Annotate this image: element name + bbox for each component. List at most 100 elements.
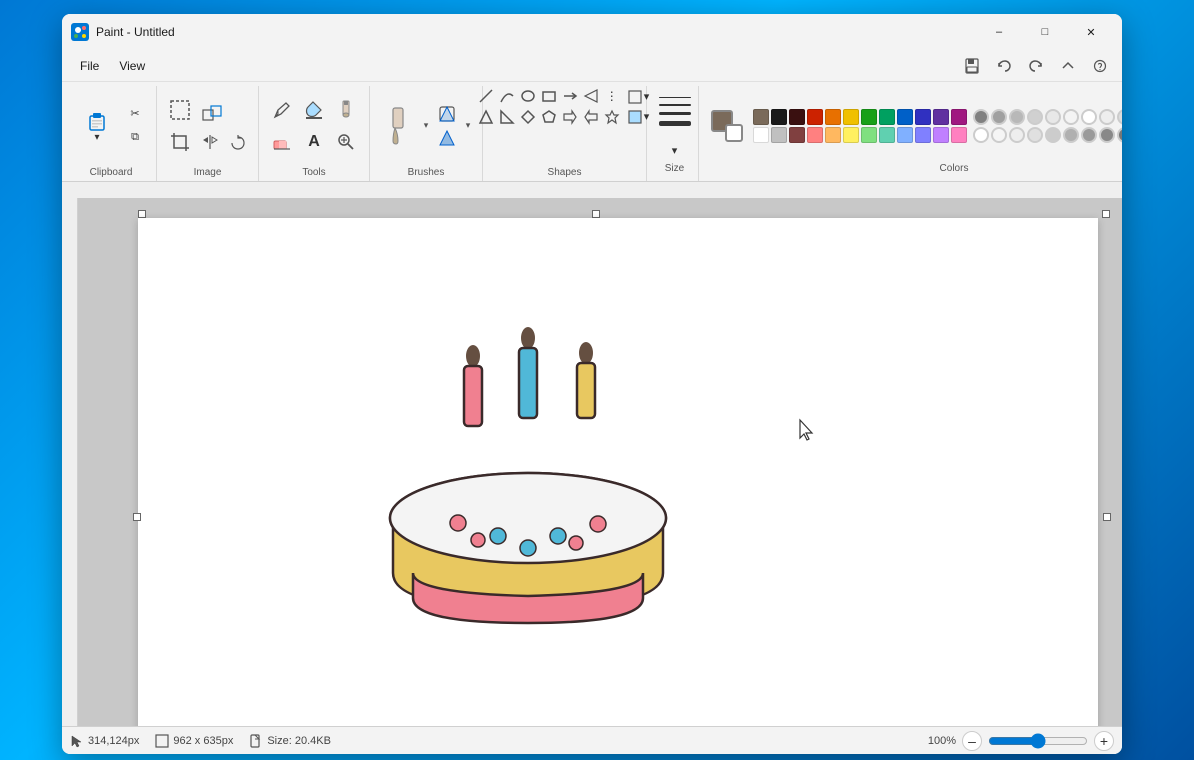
color-swatch-pink[interactable] xyxy=(807,127,823,143)
close-button[interactable]: ✕ xyxy=(1068,16,1114,48)
paste-button[interactable]: ▾ xyxy=(74,95,120,157)
select-all-button[interactable] xyxy=(165,95,195,125)
color-swatch-dbrown[interactable] xyxy=(789,127,805,143)
canvas-area[interactable] xyxy=(62,198,1122,726)
outline-s9[interactable] xyxy=(1117,109,1122,125)
star-shape[interactable] xyxy=(602,107,622,127)
outline-s2[interactable] xyxy=(991,109,1007,125)
color-swatch-lpurple[interactable] xyxy=(933,127,949,143)
cut-button[interactable]: ✂ xyxy=(122,103,148,125)
outline-s15[interactable] xyxy=(1045,127,1061,143)
zoom-out-button[interactable]: – xyxy=(962,731,982,751)
fill-button[interactable] xyxy=(299,95,329,125)
background-color[interactable] xyxy=(725,124,743,142)
outline-s12[interactable] xyxy=(991,127,1007,143)
color-swatch-darkred[interactable] xyxy=(789,109,805,125)
color-swatch-lgreen[interactable] xyxy=(861,127,877,143)
flip-button[interactable] xyxy=(197,131,223,153)
brush-fill-button[interactable] xyxy=(434,127,460,149)
line-shape[interactable] xyxy=(476,86,496,106)
rotate-button[interactable] xyxy=(224,131,250,153)
color-swatch-lblue[interactable] xyxy=(897,127,913,143)
color-swatch-blue[interactable] xyxy=(897,109,913,125)
outline-s13[interactable] xyxy=(1009,127,1025,143)
color-swatch-peach[interactable] xyxy=(825,127,841,143)
canvas[interactable] xyxy=(138,218,1098,726)
size-line-3[interactable] xyxy=(659,112,691,115)
outline-s7[interactable] xyxy=(1081,109,1097,125)
collapse-ribbon-icon[interactable] xyxy=(1054,52,1082,80)
color-swatch-lyellow[interactable] xyxy=(843,127,859,143)
arrow-left-shape[interactable] xyxy=(581,107,601,127)
color-swatch-yellow[interactable] xyxy=(843,109,859,125)
size-line-4[interactable] xyxy=(659,121,691,126)
color-swatch-black[interactable] xyxy=(771,109,787,125)
copy-button[interactable]: ⧉ xyxy=(122,127,148,149)
brush-main-button[interactable] xyxy=(378,96,418,156)
color-swatch-brown[interactable] xyxy=(753,109,769,125)
help-icon[interactable] xyxy=(1086,52,1114,80)
shape-fill-dropdown[interactable]: ▾ xyxy=(624,108,654,126)
zoom-tool-button[interactable] xyxy=(331,127,361,157)
outline-s5[interactable] xyxy=(1045,109,1061,125)
color-swatch-purple[interactable] xyxy=(933,109,949,125)
outline-s8[interactable] xyxy=(1099,109,1115,125)
redo-icon[interactable] xyxy=(1022,52,1050,80)
crop-button[interactable] xyxy=(165,127,195,157)
color-swatch-magenta[interactable] xyxy=(951,109,967,125)
brushes-expand-button[interactable]: ▾ xyxy=(420,96,432,156)
outline-s19[interactable] xyxy=(1117,127,1122,143)
outline-s11[interactable] xyxy=(973,127,989,143)
arrow2-shape[interactable] xyxy=(581,86,601,106)
color-swatch-red[interactable] xyxy=(807,109,823,125)
zoom-slider[interactable] xyxy=(988,733,1088,749)
triangle-shape[interactable] xyxy=(476,107,496,127)
more-shapes[interactable]: ⋮ xyxy=(602,86,622,106)
color-swatch-white[interactable] xyxy=(753,127,769,143)
brushes-expand2-button[interactable]: ▾ xyxy=(462,96,474,156)
color-swatch-cyan[interactable] xyxy=(879,127,895,143)
color-picker-button[interactable] xyxy=(331,95,361,125)
outline-s4[interactable] xyxy=(1027,109,1043,125)
resize-button[interactable] xyxy=(197,99,227,129)
color-swatch-lgray[interactable] xyxy=(771,127,787,143)
outline-s14[interactable] xyxy=(1027,127,1043,143)
outline-s16[interactable] xyxy=(1063,127,1079,143)
oval-shape[interactable] xyxy=(518,86,538,106)
outline-s6[interactable] xyxy=(1063,109,1079,125)
color-swatch-green[interactable] xyxy=(861,109,877,125)
pencil-button[interactable] xyxy=(267,95,297,125)
clipboard-tools: ▾ ✂ ⧉ xyxy=(74,86,148,165)
outline-s3[interactable] xyxy=(1009,109,1025,125)
shape-outline-dropdown[interactable]: ▾ xyxy=(624,88,654,106)
save-icon[interactable] xyxy=(958,52,986,80)
color-swatch-lpink[interactable] xyxy=(951,127,967,143)
outline-s18[interactable] xyxy=(1099,127,1115,143)
rt-triangle-shape[interactable] xyxy=(497,107,517,127)
outline-s1[interactable] xyxy=(973,109,989,125)
text-button[interactable]: A xyxy=(299,127,329,157)
color-swatch-violet[interactable] xyxy=(915,127,931,143)
arrow-shape[interactable] xyxy=(560,86,580,106)
color-swatch-orange[interactable] xyxy=(825,109,841,125)
size-line-1[interactable] xyxy=(659,97,691,98)
arrow-right-shape[interactable] xyxy=(560,107,580,127)
rect-shape[interactable] xyxy=(539,86,559,106)
size-expand-button[interactable]: ▾ xyxy=(662,139,688,161)
file-menu[interactable]: File xyxy=(70,55,109,77)
outline-s17[interactable] xyxy=(1081,127,1097,143)
pentagon-shape[interactable] xyxy=(539,107,559,127)
brush-outline-button[interactable] xyxy=(434,103,460,125)
minimize-button[interactable]: – xyxy=(976,16,1022,48)
zoom-in-button[interactable]: + xyxy=(1094,731,1114,751)
diamond-shape[interactable] xyxy=(518,107,538,127)
undo-icon[interactable] xyxy=(990,52,1018,80)
color-swatch-teal[interactable] xyxy=(879,109,895,125)
dimensions-value: 962 x 635px xyxy=(173,735,233,747)
size-line-2[interactable] xyxy=(659,104,691,106)
maximize-button[interactable]: □ xyxy=(1022,16,1068,48)
color-swatch-navy[interactable] xyxy=(915,109,931,125)
view-menu[interactable]: View xyxy=(109,55,155,77)
eraser-button[interactable] xyxy=(267,127,297,157)
curve-shape[interactable] xyxy=(497,86,517,106)
